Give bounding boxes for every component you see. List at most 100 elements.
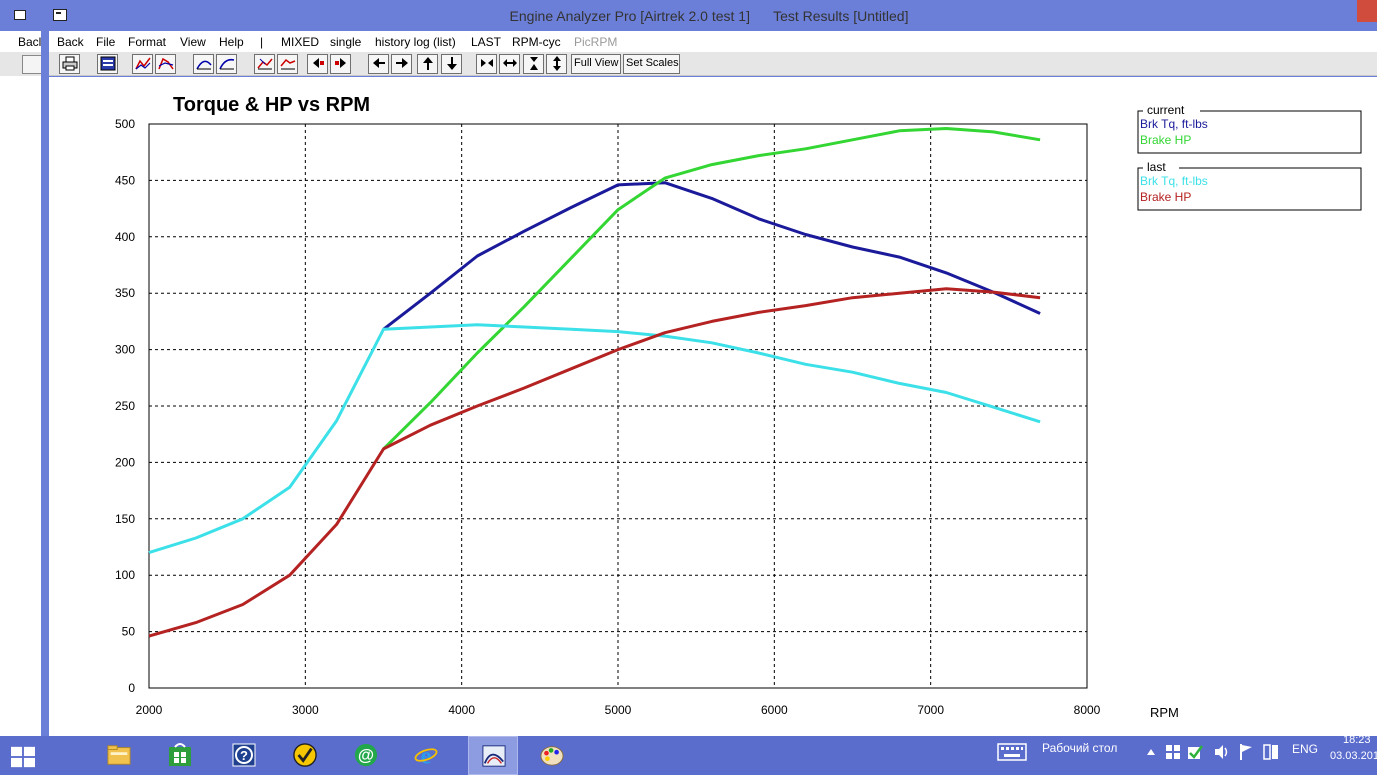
norton-icon [293, 743, 317, 767]
x-tick-label: 7000 [917, 703, 944, 717]
shift-right-icon[interactable] [330, 54, 351, 74]
menu-help[interactable]: Help [219, 35, 244, 49]
y-tick-label: 500 [115, 117, 135, 131]
y-tick-label: 350 [115, 286, 135, 300]
compress-horizontal-icon[interactable] [476, 54, 497, 74]
y-tick-label: 300 [115, 343, 135, 357]
x-axis-label: RPM [1150, 705, 1179, 720]
curve-a-icon[interactable] [193, 54, 214, 74]
clock-date[interactable]: 03.03.201 [1330, 750, 1377, 762]
volume-icon[interactable] [1213, 743, 1231, 761]
expand-horizontal-icon[interactable] [499, 54, 520, 74]
close-button[interactable] [1357, 0, 1377, 22]
compress-vertical-icon[interactable] [523, 54, 544, 74]
menu-mixed[interactable]: MIXED [281, 35, 319, 49]
menu-last[interactable]: LAST [471, 35, 501, 49]
start-icon [11, 746, 35, 768]
y-tick-label: 450 [115, 173, 135, 187]
x-tick-label: 4000 [448, 703, 475, 717]
menu-rpm-cyc[interactable]: RPM-cyc [512, 35, 561, 49]
taskbar-paint[interactable] [527, 736, 577, 775]
engine-analyzer-window: Engine Analyzer Pro [Airtrek 2.0 test 1]… [41, 0, 1377, 736]
menu-view[interactable]: View [180, 35, 206, 49]
svg-text:@: @ [358, 746, 374, 765]
y-tick-label: 100 [115, 568, 135, 582]
toolbar: Full View Set Scales [49, 52, 1377, 76]
y-tick-label: 200 [115, 455, 135, 469]
menu-separator: | [260, 35, 264, 49]
expand-vertical-icon[interactable] [546, 54, 567, 74]
window-titlebar[interactable]: Engine Analyzer Pro [Airtrek 2.0 test 1]… [41, 0, 1377, 31]
full-view-button[interactable]: Full View [571, 54, 621, 74]
torque-hp-chart: Torque & HP vs RPM 2000 3000 4000 5000 6000 7… [115, 94, 1362, 720]
taskbar-engine-analyzer[interactable] [468, 736, 518, 775]
clock-time[interactable]: 18:23 [1343, 734, 1371, 746]
taskbar-store[interactable] [155, 736, 205, 775]
background-print-icon[interactable] [22, 55, 42, 74]
legend-entry: Brk Tq, ft-lbs [1140, 174, 1208, 188]
x-tick-label: 2000 [136, 703, 163, 717]
y-tick-label: 150 [115, 512, 135, 526]
y-tick-label: 400 [115, 230, 135, 244]
print-icon[interactable] [59, 54, 80, 74]
chart-series [148, 127, 1041, 638]
y-tick-label: 0 [128, 681, 135, 695]
arrow-left-icon[interactable] [368, 54, 389, 74]
plot-b-icon[interactable] [277, 54, 298, 74]
touch-keyboard-icon[interactable] [997, 742, 1027, 762]
legend-group-title: current [1147, 103, 1185, 117]
desktop-toolbar-label[interactable]: Рабочий стол [1042, 741, 1117, 755]
taskbar-internet-explorer[interactable]: e [401, 736, 451, 775]
chart-legend: currentBrk Tq, ft-lbsBrake HPlastBrk Tq,… [1137, 103, 1362, 211]
svg-text:?: ? [240, 748, 248, 763]
series-line-current-0 [382, 181, 1041, 331]
graph-window-icon[interactable] [97, 54, 118, 74]
set-scales-button[interactable]: Set Scales [623, 54, 680, 74]
input-language-indicator[interactable]: ENG [1292, 742, 1318, 756]
mail-icon: @ [354, 743, 378, 767]
legend-entry: Brake HP [1140, 133, 1191, 147]
start-button[interactable] [0, 736, 46, 775]
taskbar-file-explorer[interactable] [94, 736, 144, 775]
menu-single[interactable]: single [330, 35, 361, 49]
chart-area: Torque & HP vs RPM 2000 3000 4000 5000 6000 7… [49, 77, 1377, 736]
x-tick-label: 5000 [605, 703, 632, 717]
plot-a-icon[interactable] [254, 54, 275, 74]
taskbar-norton[interactable] [280, 736, 330, 775]
legend-entry: Brake HP [1140, 190, 1191, 204]
menu-history-log[interactable]: history log (list) [375, 35, 456, 49]
taskbar-help[interactable]: ? [219, 736, 269, 775]
taskbar: ? @ e [0, 736, 1377, 775]
chart-title: Torque & HP vs RPM [173, 94, 370, 116]
menu-picrpm: PicRPM [574, 35, 618, 49]
engine-analyzer-icon [482, 745, 506, 767]
arrow-down-icon[interactable] [441, 54, 462, 74]
x-tick-label: 8000 [1074, 703, 1101, 717]
paint-icon [540, 746, 564, 766]
security-check-icon[interactable] [1186, 743, 1204, 761]
chart-type-b-icon[interactable] [155, 54, 176, 74]
menu-bar: Back File Format View Help | MIXED singl… [49, 31, 1377, 52]
menu-file[interactable]: File [96, 35, 115, 49]
window-title: Engine Analyzer Pro [Airtrek 2.0 test 1]… [509, 8, 909, 24]
menu-back[interactable]: Back [57, 35, 84, 49]
curve-b-icon[interactable] [216, 54, 237, 74]
svg-text:e: e [421, 743, 432, 767]
notification-flag-icon[interactable] [1238, 743, 1254, 761]
shift-left-icon[interactable] [307, 54, 328, 74]
chart-type-a-icon[interactable] [132, 54, 153, 74]
arrow-right-icon[interactable] [391, 54, 412, 74]
action-center-flag-icon[interactable] [1165, 744, 1181, 760]
legend-entry: Brk Tq, ft-lbs [1140, 117, 1208, 131]
arrow-up-icon[interactable] [417, 54, 438, 74]
y-tick-label: 50 [122, 625, 136, 639]
taskbar-mail[interactable]: @ [341, 736, 391, 775]
internet-explorer-icon: e [414, 743, 438, 767]
show-hidden-icons-icon[interactable] [1146, 748, 1156, 756]
battery-icon[interactable] [1262, 742, 1280, 762]
menu-format[interactable]: Format [128, 35, 166, 49]
background-window-menu-icon[interactable] [14, 10, 26, 20]
y-tick-label: 250 [115, 399, 135, 413]
file-explorer-icon [107, 745, 131, 765]
help-icon: ? [232, 743, 256, 767]
